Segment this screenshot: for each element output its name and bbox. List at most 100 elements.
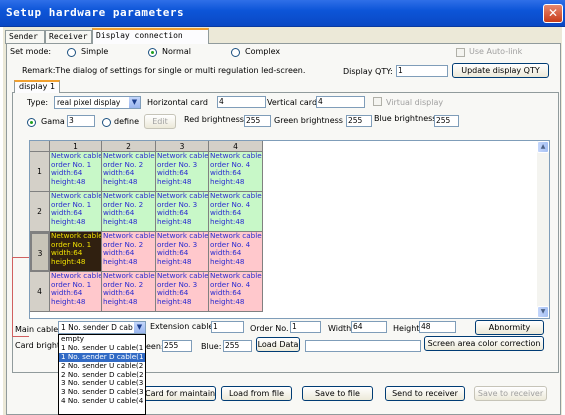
tab-display-connection[interactable]: Display connection xyxy=(92,28,209,44)
grid-cell[interactable]: Network cable order No. 1 width:64 height:4… xyxy=(50,152,102,192)
grid-cell-line: height:48 xyxy=(210,296,245,306)
virtual-display-checkbox[interactable] xyxy=(373,97,382,106)
blue-brightness-input[interactable]: 255 xyxy=(434,115,459,127)
grid-cell[interactable]: Network cable order No. 2 width:64 height:4… xyxy=(102,232,156,272)
grid-cell-line: height:48 xyxy=(157,176,192,186)
dropdown-option[interactable]: 4 No. sender U cable(4 xyxy=(59,397,145,406)
radio-simple[interactable] xyxy=(67,48,76,57)
dropdown-option[interactable]: 1 No. sender D cable(1 xyxy=(59,352,145,362)
radio-normal[interactable] xyxy=(148,48,157,57)
grid-col-header: 2 xyxy=(102,141,156,152)
tab-sender[interactable]: Sender xyxy=(5,30,45,44)
extension-cable-label: Extension cable xyxy=(150,322,214,331)
grid-cell-line: height:48 xyxy=(103,176,138,186)
radio-simple-label: Simple xyxy=(81,47,109,56)
dropdown-option[interactable]: 3 No. sender D cable(3 xyxy=(59,388,145,397)
auto-link-checkbox[interactable] xyxy=(456,48,465,57)
type-label: Type: xyxy=(27,98,49,107)
card-blue-input[interactable]: 255 xyxy=(223,340,252,352)
height-input[interactable]: 48 xyxy=(419,321,456,333)
tab-display-1[interactable]: display 1 xyxy=(14,80,61,93)
card-bright-label: Card bright xyxy=(15,341,61,350)
tab-receiver[interactable]: Receiver xyxy=(45,30,92,44)
grid-cell[interactable]: Network cable order No. 1 width:64 height:4… xyxy=(50,272,102,312)
grid-row-header: 4 xyxy=(30,272,50,312)
green-brightness-input[interactable]: 255 xyxy=(346,115,372,127)
vertical-card-input[interactable]: 4 xyxy=(316,96,365,108)
cable-grid: 1 2 3 4 1 Network cable order No. 1 width:6… xyxy=(29,140,550,319)
vertical-card-label: Vertical card xyxy=(267,98,318,107)
dropdown-option[interactable]: 1 No. sender U cable(1 xyxy=(59,344,145,353)
dropdown-option[interactable]: 2 No. sender U cable(2 xyxy=(59,362,145,371)
grid-row-header: 3 xyxy=(30,232,50,272)
load-from-file-button[interactable]: Load from file xyxy=(221,386,292,401)
chevron-down-icon: ▼ xyxy=(134,322,145,333)
order-no-input[interactable]: 1 xyxy=(290,321,321,333)
type-select[interactable]: real pixel display ▼ xyxy=(54,96,141,109)
grid-cell[interactable]: Network cable order No. 3 width:64 height:4… xyxy=(156,152,209,192)
grid-row-header: 2 xyxy=(30,192,50,232)
grid-cell[interactable]: Network cable order No. 4 width:64 height:4… xyxy=(209,192,263,232)
grid-cell[interactable]: Network cable order No. 4 width:64 height:4… xyxy=(209,152,263,192)
grid-cell-line: height:48 xyxy=(51,176,86,186)
main-cable-dropdown[interactable]: empty 1 No. sender U cable(1 1 No. sender … xyxy=(58,334,146,415)
grid-cell[interactable]: Network cable order No. 2 width:64 height:4… xyxy=(102,192,156,232)
display-qty-label: Display QTY: xyxy=(343,67,393,76)
grid-cell-line: height:48 xyxy=(210,256,245,266)
dropdown-option[interactable]: 2 No. sender D cable(2 xyxy=(59,371,145,380)
grid-cell[interactable]: Network cable order No. 3 width:64 height:4… xyxy=(156,272,209,312)
grid-cell[interactable]: Network cable order No. 2 width:64 height:4… xyxy=(102,272,156,312)
width-input[interactable]: 64 xyxy=(351,321,387,333)
remark-text: Remark:The dialog of settings for single… xyxy=(22,66,306,75)
gama-label: Gama xyxy=(41,117,65,126)
chevron-down-icon: ▼ xyxy=(129,97,140,108)
grid-cell-line: height:48 xyxy=(51,256,86,266)
close-button[interactable]: ✕ xyxy=(543,4,563,23)
grid-cell[interactable]: Network cable order No. 2 width:64 height:4… xyxy=(102,152,156,192)
save-to-file-button[interactable]: Save to file xyxy=(302,386,373,401)
send-to-receiver-button[interactable]: Send to receiver xyxy=(385,386,465,401)
grid-cell[interactable]: Network cable order No. 4 width:64 height:4… xyxy=(209,232,263,272)
grid-cell[interactable]: Network cable order No. 3 width:64 height:4… xyxy=(156,232,209,272)
set-mode-label: Set mode: xyxy=(10,47,52,56)
scroll-down-icon[interactable]: ▼ xyxy=(537,306,549,318)
radio-gama[interactable] xyxy=(27,118,36,127)
scroll-up-icon[interactable]: ▲ xyxy=(537,141,549,153)
dropdown-option[interactable]: 3 No. sender U cable(3 xyxy=(59,379,145,388)
display-qty-input[interactable]: 1 xyxy=(396,65,448,77)
grid-cell-line: height:48 xyxy=(51,296,86,306)
card-for-maintain-button[interactable]: Card for maintain xyxy=(144,386,216,401)
type-select-value: real pixel display xyxy=(57,98,121,107)
extension-cable-input[interactable]: 1 xyxy=(211,321,244,333)
gama-input[interactable]: 3 xyxy=(67,115,95,127)
grid-cell[interactable]: Network cable order No. 3 width:64 height:4… xyxy=(156,192,209,232)
grid-cell[interactable]: Network cable order No. 1 width:64 height:4… xyxy=(50,232,102,272)
load-data-button[interactable]: Load Data xyxy=(256,337,300,352)
radio-complex-label: Complex xyxy=(245,47,281,56)
grid-cell-line: height:48 xyxy=(157,296,192,306)
edit-button[interactable]: Edit xyxy=(144,114,176,129)
horizontal-card-input[interactable]: 4 xyxy=(217,96,266,108)
main-cable-value: 1 No. sender D cab xyxy=(61,323,133,332)
red-brightness-input[interactable]: 255 xyxy=(244,115,271,127)
grid-cell-line: height:48 xyxy=(210,216,245,226)
dropdown-option[interactable]: empty xyxy=(59,335,145,344)
grid-cell-line: height:48 xyxy=(103,256,138,266)
update-display-qty-button[interactable]: Update display QTY xyxy=(452,63,549,78)
radio-normal-label: Normal xyxy=(162,47,191,56)
grid-cell-line: height:48 xyxy=(157,216,192,226)
abnormity-button[interactable]: Abnormity xyxy=(475,320,544,335)
grid-cell[interactable]: Network cable order No. 1 width:64 height:4… xyxy=(50,192,102,232)
window-title: Setup hardware parameters xyxy=(6,6,185,19)
screen-area-input[interactable] xyxy=(305,340,421,352)
screen-area-color-correction-button[interactable]: Screen area color correction xyxy=(424,336,544,351)
grid-cell[interactable]: Network cable order No. 4 width:64 height:4… xyxy=(209,272,263,312)
radio-define[interactable] xyxy=(102,118,111,127)
grid-scrollbar[interactable]: ▲ ▼ xyxy=(537,141,549,318)
grid-cell-line: height:48 xyxy=(103,296,138,306)
main-cable-label: Main cable xyxy=(15,325,59,334)
save-to-receiver-button[interactable]: Save to receiver xyxy=(474,386,547,401)
card-green-input[interactable]: 255 xyxy=(162,340,192,352)
main-cable-select[interactable]: 1 No. sender D cab ▼ xyxy=(58,321,146,334)
radio-complex[interactable] xyxy=(231,48,240,57)
